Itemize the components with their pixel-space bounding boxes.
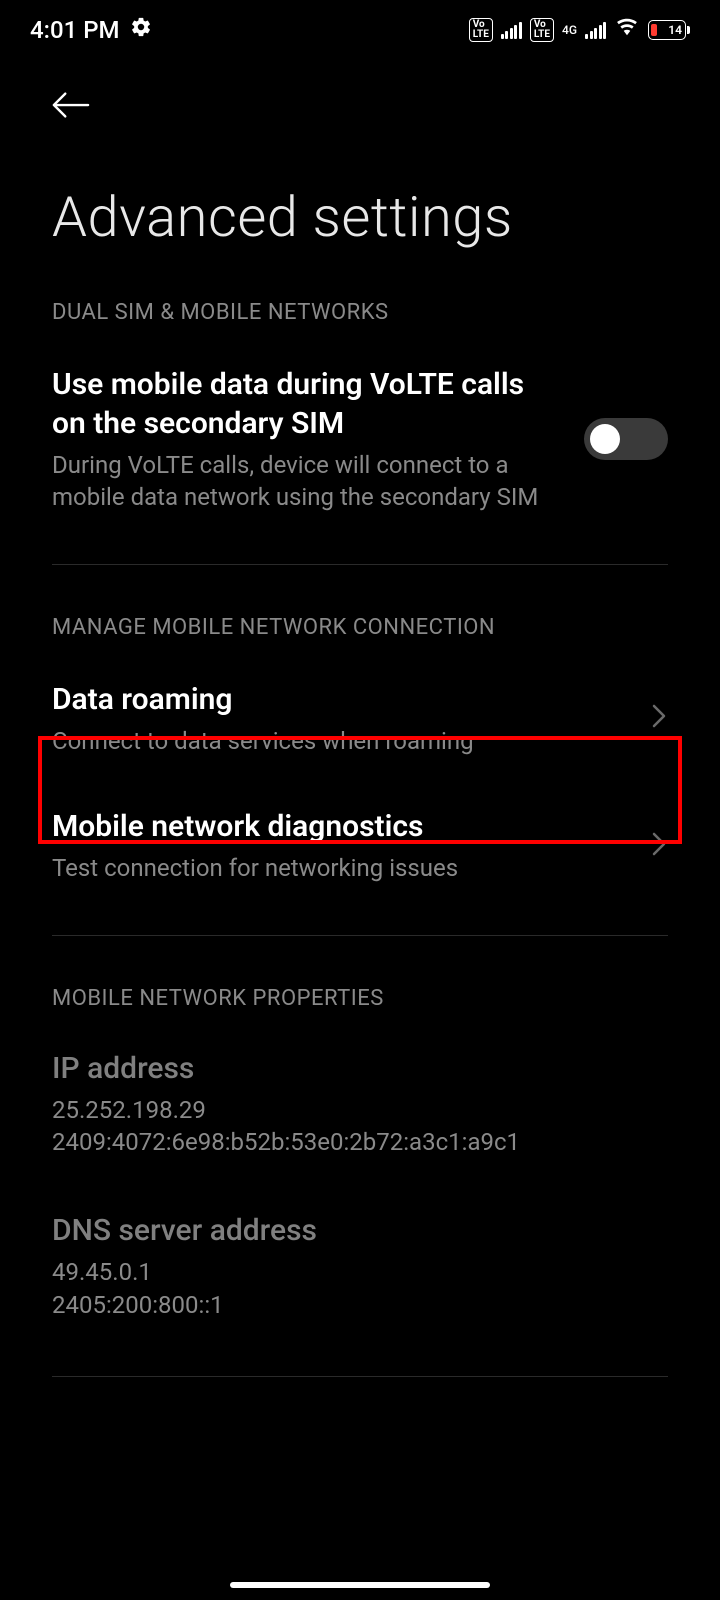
volte-secondary-sim-item[interactable]: Use mobile data during VoLTE calls on th… (0, 365, 720, 564)
data-roaming-subtitle: Connect to data services when roaming (52, 725, 630, 757)
dns-server-item: DNS server address 49.45.0.1 2405:200:80… (0, 1213, 720, 1376)
divider (52, 935, 668, 936)
home-indicator[interactable] (230, 1582, 490, 1588)
data-roaming-title: Data roaming (52, 680, 630, 719)
volte-icon-1: VoLTE (469, 18, 493, 42)
back-button[interactable] (52, 105, 90, 124)
divider (52, 564, 668, 565)
section-header-manage-connection: MANAGE MOBILE NETWORK CONNECTION (0, 615, 720, 680)
section-header-dual-sim: DUAL SIM & MOBILE NETWORKS (0, 300, 720, 365)
diagnostics-title: Mobile network diagnostics (52, 807, 630, 846)
battery-icon: 14 (648, 20, 690, 40)
volte-item-title: Use mobile data during VoLTE calls on th… (52, 365, 564, 443)
signal-bars-icon-2 (585, 21, 606, 39)
divider (52, 1376, 668, 1377)
network-diagnostics-item[interactable]: Mobile network diagnostics Test connecti… (0, 807, 720, 934)
ip-address-item: IP address 25.252.198.29 2409:4072:6e98:… (0, 1051, 720, 1214)
gear-icon (130, 16, 152, 44)
chevron-right-icon (650, 829, 668, 863)
page-title: Advanced settings (0, 144, 720, 300)
diagnostics-subtitle: Test connection for networking issues (52, 852, 630, 884)
toggle-knob (590, 424, 620, 454)
status-left: 4:01 PM (30, 16, 152, 44)
signal-bars-icon-1 (501, 21, 522, 39)
status-right: VoLTE VoLTE 4G 14 (469, 16, 690, 44)
nav-bar (0, 60, 720, 144)
chevron-right-icon (650, 701, 668, 735)
volte-item-subtitle: During VoLTE calls, device will connect … (52, 449, 564, 514)
battery-percentage: 14 (668, 23, 682, 37)
ip-address-value: 25.252.198.29 2409:4072:6e98:b52b:53e0:2… (52, 1094, 668, 1159)
wifi-icon (614, 16, 640, 44)
network-type-label: 4G (562, 24, 577, 36)
dns-value: 49.45.0.1 2405:200:800::1 (52, 1256, 668, 1321)
volte-toggle[interactable] (584, 418, 668, 460)
volte-icon-2: VoLTE (530, 18, 554, 42)
ip-address-title: IP address (52, 1051, 668, 1086)
section-header-properties: MOBILE NETWORK PROPERTIES (0, 986, 720, 1051)
data-roaming-item[interactable]: Data roaming Connect to data services wh… (0, 680, 720, 807)
status-bar: 4:01 PM VoLTE VoLTE 4G 14 (0, 0, 720, 60)
dns-title: DNS server address (52, 1213, 668, 1248)
status-time: 4:01 PM (30, 16, 120, 44)
